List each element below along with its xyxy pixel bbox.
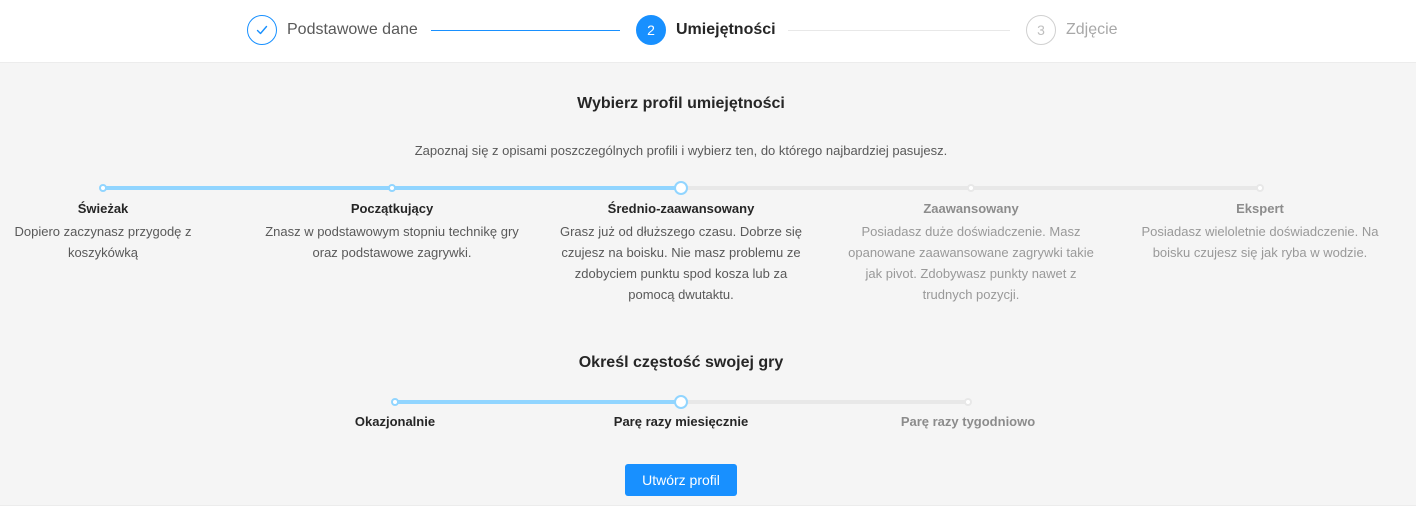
step-1-done-circle[interactable] <box>247 15 277 45</box>
skill-level-0[interactable]: Świeżak Dopiero zaczynasz przygodę z kos… <box>0 200 206 263</box>
step-3-title[interactable]: Zdjęcie <box>1066 15 1118 45</box>
skills-subtitle: Zapoznaj się z opisami poszczególnych pr… <box>414 143 948 158</box>
frequency-slider-handle[interactable] <box>674 395 688 409</box>
frequency-option-0[interactable]: Okazjonalnie <box>295 413 495 430</box>
skill-level-title: Ekspert <box>1236 201 1284 216</box>
frequency-mark-2[interactable] <box>964 398 972 406</box>
skill-level-description: Grasz już od dłuższego czasu. Dobrze się… <box>559 224 803 302</box>
skills-heading: Wybierz profil umiejętności <box>577 95 785 112</box>
frequency-slider-fill <box>395 400 681 404</box>
skill-mark-0[interactable] <box>99 184 107 192</box>
frequency-mark-0[interactable] <box>391 398 399 406</box>
steps-bar: Podstawowe dane 2 Umiejętności 3 Zdjęcie <box>0 0 1416 63</box>
skill-slider-handle[interactable] <box>674 181 688 195</box>
step-3-wait-circle[interactable]: 3 <box>1026 15 1056 45</box>
skill-level-description: Znasz w podstawowym stopniu technikę gry… <box>265 224 519 260</box>
frequency-option-1[interactable]: Parę razy miesięcznie <box>571 413 791 430</box>
step-2-active-circle[interactable]: 2 <box>636 15 666 45</box>
skill-level-description: Posiadasz duże doświadczenie. Masz opano… <box>848 224 1094 302</box>
skill-level-1[interactable]: Początkujący Znasz w podstawowym stopniu… <box>262 200 522 263</box>
step-2-title[interactable]: Umiejętności <box>676 15 776 45</box>
skill-mark-1[interactable] <box>388 184 396 192</box>
create-profile-button[interactable]: Utwórz profil <box>625 464 737 496</box>
step-connector-2 <box>788 30 1010 31</box>
skill-level-3[interactable]: Zaawansowany Posiadasz duże doświadczeni… <box>841 200 1101 305</box>
skill-level-title: Zaawansowany <box>923 201 1019 216</box>
skill-level-2[interactable]: Średnio-zaawansowany Grasz już od dłuższ… <box>551 200 811 305</box>
skill-mark-3[interactable] <box>967 184 975 192</box>
skill-level-description: Posiadasz wieloletnie doświadczenie. Na … <box>1141 224 1379 260</box>
skill-level-title: Początkujący <box>350 201 434 216</box>
step-connector-1 <box>431 30 620 31</box>
check-icon <box>256 25 268 35</box>
skill-level-title: Świeżak <box>77 201 129 216</box>
skill-level-description: Dopiero zaczynasz przygodę z koszykówką <box>14 224 192 260</box>
skill-level-4[interactable]: Ekspert Posiadasz wieloletnie doświadcze… <box>1130 200 1390 263</box>
frequency-option-2[interactable]: Parę razy tygodniowo <box>858 413 1078 430</box>
skill-level-title: Średnio-zaawansowany <box>607 201 755 216</box>
skill-mark-4[interactable] <box>1256 184 1264 192</box>
step-1-title[interactable]: Podstawowe dane <box>287 15 418 45</box>
frequency-heading: Określ częstość swojej gry <box>578 354 784 371</box>
